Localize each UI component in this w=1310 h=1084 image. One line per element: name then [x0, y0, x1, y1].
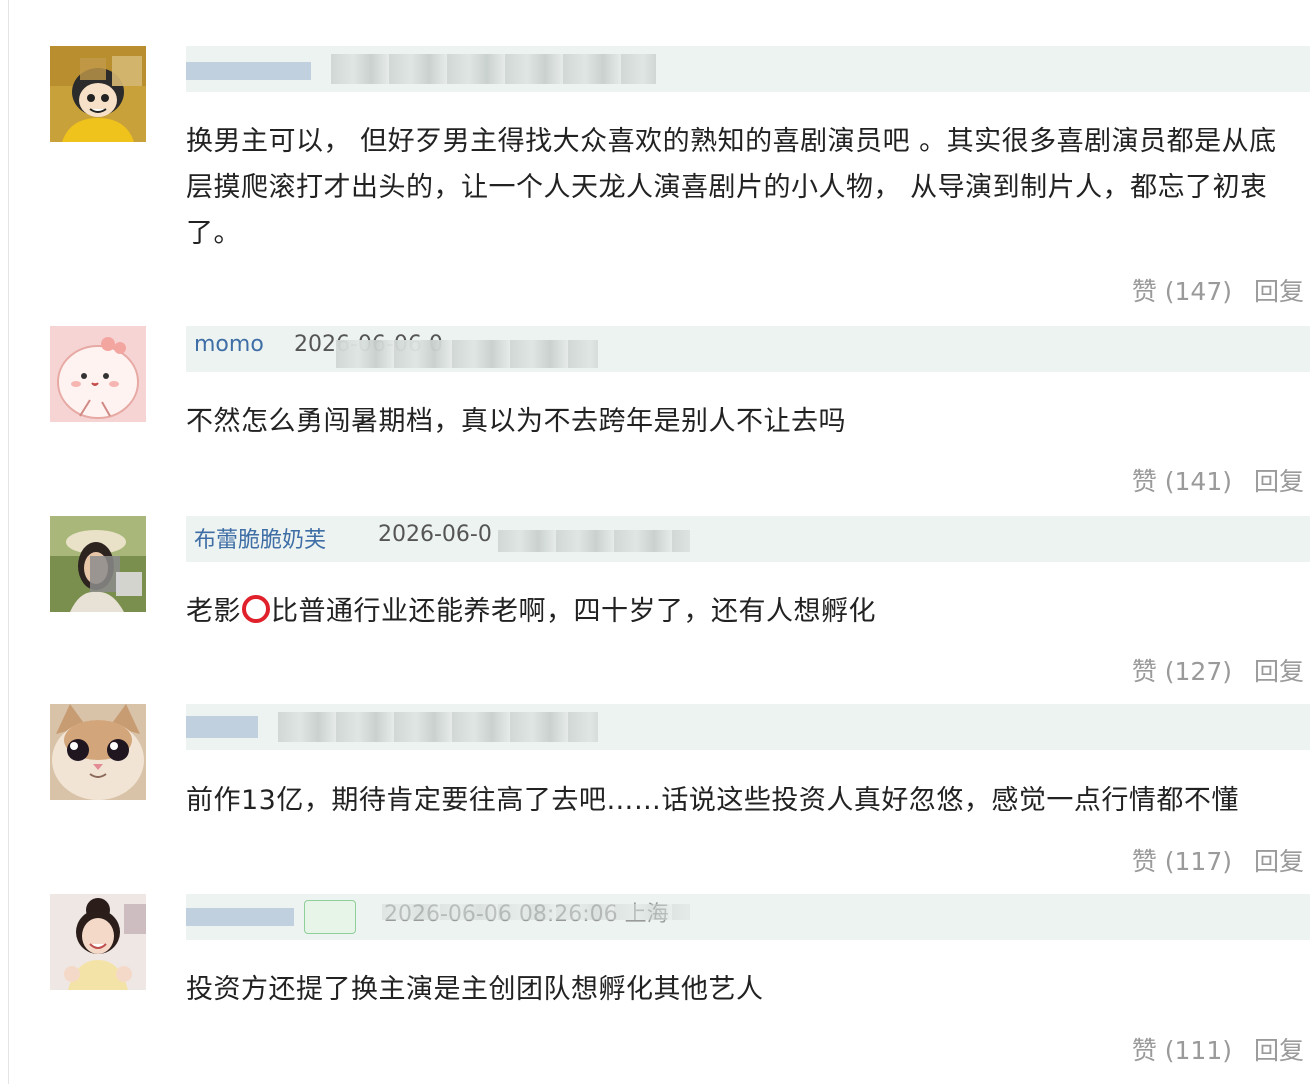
avatar[interactable]: [50, 894, 146, 990]
blurred-meta: [498, 530, 690, 552]
comment-text: 投资方还提了换主演是主创团队想孵化其他艺人: [186, 974, 764, 1005]
blurred-meta: [331, 54, 656, 84]
comment-text-start: 老影: [186, 596, 241, 627]
comment-text: 换男主可以， 但好歹男主得找大众喜欢的熟知的喜剧演员吧 。其实很多喜剧演员都是从…: [186, 126, 1277, 249]
comment-actions: 赞 (117) 回复: [1132, 842, 1304, 878]
comment-actions: 赞 (141) 回复: [1132, 462, 1304, 498]
reply-button[interactable]: 回复: [1254, 462, 1304, 498]
avatar[interactable]: [50, 704, 146, 800]
avatar[interactable]: [50, 516, 146, 612]
blurred-username: [186, 716, 258, 738]
blurred-username: [186, 908, 294, 926]
comment-actions: 赞 (127) 回复: [1132, 652, 1304, 688]
reply-button[interactable]: 回复: [1254, 272, 1304, 308]
username-link[interactable]: 布蕾脆脆奶芙: [194, 522, 326, 554]
like-button[interactable]: 赞 (111): [1132, 1031, 1232, 1067]
cartoon-girl-avatar: [50, 46, 146, 142]
like-button[interactable]: 赞 (147): [1132, 272, 1232, 308]
blurred-meta: [278, 712, 598, 742]
avatar[interactable]: [50, 46, 146, 142]
avatar[interactable]: [50, 326, 146, 422]
comment-actions: 赞 (147) 回复: [1132, 272, 1304, 308]
like-button[interactable]: 赞 (141): [1132, 462, 1232, 498]
comment-text: 前作13亿，期待肯定要往高了去吧……话说这些投资人真好忽悠，感觉一点行情都不懂: [186, 785, 1239, 816]
comment-header: 布蕾脆脆奶芙 2026-06-0: [186, 516, 1310, 562]
photo-avatar: [50, 894, 146, 990]
comment-header: momo 2026-06-06 0: [186, 326, 1310, 372]
blurred-meta: [336, 340, 598, 368]
comment-header: [186, 704, 1310, 750]
like-button[interactable]: 赞 (117): [1132, 842, 1232, 878]
blurred-meta: [382, 904, 690, 920]
username-link[interactable]: momo: [194, 332, 264, 357]
reply-button[interactable]: 回复: [1254, 842, 1304, 878]
comment-actions: 赞 (111) 回复: [1132, 1031, 1304, 1067]
comment-timestamp: 2026-06-0: [378, 522, 492, 547]
comment-text: 不然怎么勇闯暑期档，真以为不去跨年是别人不让去吗: [186, 406, 846, 437]
red-circle-icon: [242, 595, 270, 623]
photo-avatar: [50, 516, 146, 612]
reply-button[interactable]: 回复: [1254, 652, 1304, 688]
comment-text-end: 比普通行业还能养老啊，四十岁了，还有人想孵化: [271, 596, 876, 627]
comment-header: 2026-06-06 08:26:06 上海: [186, 894, 1310, 940]
blurred-username: [186, 62, 311, 80]
cat-avatar: [50, 704, 146, 800]
comment-text: 老影 比普通行业还能养老啊，四十岁了，还有人想孵化: [186, 589, 1296, 635]
reply-button[interactable]: 回复: [1254, 1031, 1304, 1067]
like-button[interactable]: 赞 (127): [1132, 652, 1232, 688]
comment-header: [186, 46, 1310, 92]
user-badge: [304, 900, 356, 934]
left-divider: [8, 0, 9, 1084]
pink-blob-avatar: [50, 326, 146, 422]
